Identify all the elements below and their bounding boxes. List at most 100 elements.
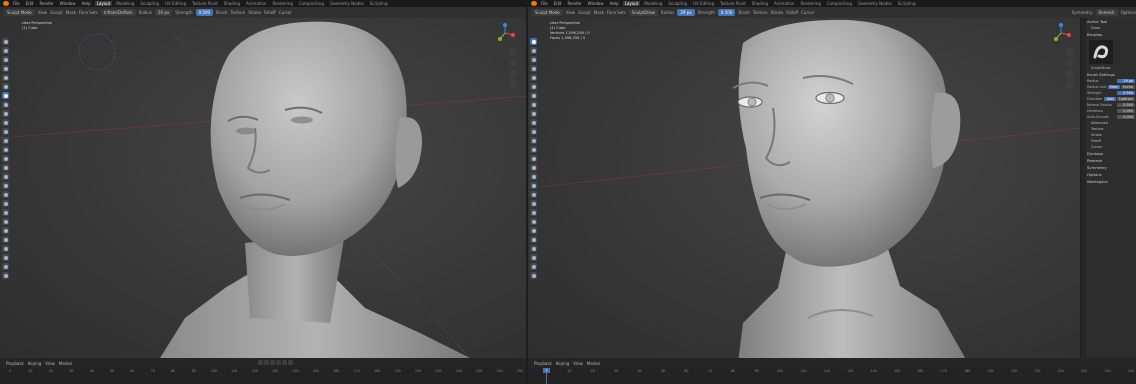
clay-strips-brush-icon[interactable] — [2, 65, 9, 72]
symmetry-menu[interactable]: Symmetry — [1072, 10, 1093, 15]
thumb-brush-icon[interactable] — [530, 200, 537, 207]
workspace-tab-modeling[interactable]: Modeling — [642, 1, 664, 6]
radius-prop-field[interactable]: 29 px — [1117, 79, 1135, 83]
menu-window[interactable]: Window — [58, 1, 78, 6]
boundary-brush-icon[interactable] — [2, 245, 9, 252]
workspace-tab-rendering[interactable]: Rendering — [798, 1, 822, 6]
mode-selector[interactable]: Sculpt Mode — [532, 9, 563, 16]
pan-view-icon[interactable] — [509, 59, 517, 67]
mode-selector[interactable]: Sculpt Mode — [4, 9, 35, 16]
brush-menu[interactable]: Brush — [216, 10, 228, 15]
options-section[interactable]: Options — [1087, 171, 1135, 178]
pose-brush-icon[interactable] — [530, 209, 537, 216]
workspace-tab-uv-editing[interactable]: UV Editing — [691, 1, 716, 6]
boundary-brush-icon[interactable] — [530, 245, 537, 252]
menu-edit[interactable]: Edit — [552, 1, 564, 6]
ortho-toggle-icon[interactable] — [509, 81, 517, 89]
timeline[interactable]: 0 10 20 30 40 50 60 70 80 90 100 110 120 130 140 150 160… — [0, 368, 526, 384]
menu-face-sets[interactable]: Face Sets — [607, 10, 626, 15]
scrape-brush-icon[interactable] — [530, 146, 537, 153]
menu-mask[interactable]: Mask — [594, 10, 604, 15]
snake-hook-brush-icon[interactable] — [530, 191, 537, 198]
cloth-brush-icon[interactable] — [2, 254, 9, 261]
options-menu[interactable]: Options — [1121, 10, 1136, 15]
fill-brush-icon[interactable] — [530, 137, 537, 144]
playback-menu[interactable]: Playback — [534, 361, 552, 366]
workspace-tab-uv-editing[interactable]: UV Editing — [163, 1, 188, 6]
zoom-view-icon[interactable] — [509, 48, 517, 56]
3d-viewport[interactable]: User Perspective (1) Cube Vertices 1,096… — [528, 18, 1081, 358]
marker-menu[interactable]: Marker — [59, 361, 73, 366]
menu-window[interactable]: Window — [586, 1, 606, 6]
inflate-brush-icon[interactable] — [2, 92, 9, 99]
menu-render[interactable]: Render — [37, 1, 55, 6]
clay-strips-brush-icon[interactable] — [530, 65, 537, 72]
simplify-brush-icon[interactable] — [530, 263, 537, 270]
play-reverse-icon[interactable] — [270, 360, 275, 365]
menu-view[interactable]: View — [566, 10, 576, 15]
multiplane-scrape-brush-icon[interactable] — [530, 155, 537, 162]
menu-render[interactable]: Render — [565, 1, 583, 6]
symmetry-section[interactable]: Symmetry — [1087, 164, 1135, 171]
playback-menu[interactable]: Playback — [6, 361, 24, 366]
pan-view-icon[interactable] — [1066, 59, 1074, 67]
workspace-tab-layout[interactable]: Layout — [622, 1, 641, 6]
texture-menu[interactable]: Texture — [753, 10, 768, 15]
workspace-tab-shading[interactable]: Shading — [222, 1, 242, 6]
snake-hook-brush-icon[interactable] — [2, 191, 9, 198]
zoom-view-icon[interactable] — [1066, 48, 1074, 56]
camera-view-icon[interactable] — [509, 70, 517, 78]
multiplane-scrape-brush-icon[interactable] — [2, 155, 9, 162]
clay-thumb-brush-icon[interactable] — [530, 74, 537, 81]
pinch-brush-icon[interactable] — [2, 164, 9, 171]
jump-start-icon[interactable] — [258, 360, 263, 365]
workspace-tab-scripting[interactable]: Scripting — [896, 1, 918, 6]
scrape-brush-icon[interactable] — [2, 146, 9, 153]
grab-brush-icon[interactable] — [2, 173, 9, 180]
view-menu[interactable]: View — [573, 361, 583, 366]
cloth-brush-icon[interactable] — [530, 254, 537, 261]
cursor-menu[interactable]: Cursor — [801, 10, 814, 15]
remesh-menu[interactable]: Remesh — [1095, 9, 1118, 16]
radius-field[interactable]: 29 px — [677, 9, 695, 16]
draw-sharp-brush-icon[interactable] — [2, 47, 9, 54]
layer-brush-icon[interactable] — [530, 83, 537, 90]
camera-view-icon[interactable] — [1066, 70, 1074, 78]
simplify-brush-icon[interactable] — [2, 263, 9, 270]
workspace-section[interactable]: Workspace — [1087, 178, 1135, 185]
pinch-brush-icon[interactable] — [530, 164, 537, 171]
workspace-tab-scripting[interactable]: Scripting — [368, 1, 390, 6]
navigation-gizmo-icon[interactable] — [494, 22, 516, 44]
next-keyframe-icon[interactable] — [282, 360, 287, 365]
flatten-brush-icon[interactable] — [530, 128, 537, 135]
workspace-tab-geometry-nodes[interactable]: Geometry Nodes — [328, 1, 366, 6]
clay-thumb-brush-icon[interactable] — [2, 74, 9, 81]
menu-file[interactable]: File — [539, 1, 550, 6]
pose-brush-icon[interactable] — [2, 209, 9, 216]
playhead[interactable]: 1 — [543, 368, 550, 384]
normal-radius-field[interactable]: 0.500 — [1117, 103, 1135, 107]
menu-file[interactable]: File — [11, 1, 22, 6]
radius-field[interactable]: 50 px — [154, 9, 173, 16]
cursor-menu[interactable]: Cursor — [279, 10, 292, 15]
menu-sculpt[interactable]: Sculpt — [578, 10, 591, 15]
falloff-menu[interactable]: Falloff — [786, 10, 798, 15]
menu-help[interactable]: Help — [79, 1, 92, 6]
properties-tabs[interactable] — [1081, 18, 1086, 358]
radius-unit-scene[interactable]: Scene — [1120, 85, 1135, 89]
navigation-gizmo-icon[interactable] — [1050, 22, 1072, 44]
rotate-brush-icon[interactable] — [530, 227, 537, 234]
hardness-field[interactable]: 0.000 — [1117, 109, 1135, 113]
view-menu[interactable]: View — [45, 361, 55, 366]
3d-viewport[interactable]: User Perspective (1) Cube — [0, 18, 526, 358]
fill-brush-icon[interactable] — [2, 137, 9, 144]
thumb-brush-icon[interactable] — [2, 200, 9, 207]
workspace-tab-texture-paint[interactable]: Texture Paint — [718, 1, 748, 6]
jump-end-icon[interactable] — [288, 360, 293, 365]
texture-menu[interactable]: Texture — [231, 10, 246, 15]
brush-settings-header[interactable]: Brush Settings — [1087, 71, 1135, 78]
brush-selector[interactable]: Inflate/Deflate — [100, 9, 136, 16]
smooth-brush-icon[interactable] — [530, 119, 537, 126]
elastic-deform-brush-icon[interactable] — [530, 182, 537, 189]
brush-menu[interactable]: Brush — [738, 10, 750, 15]
